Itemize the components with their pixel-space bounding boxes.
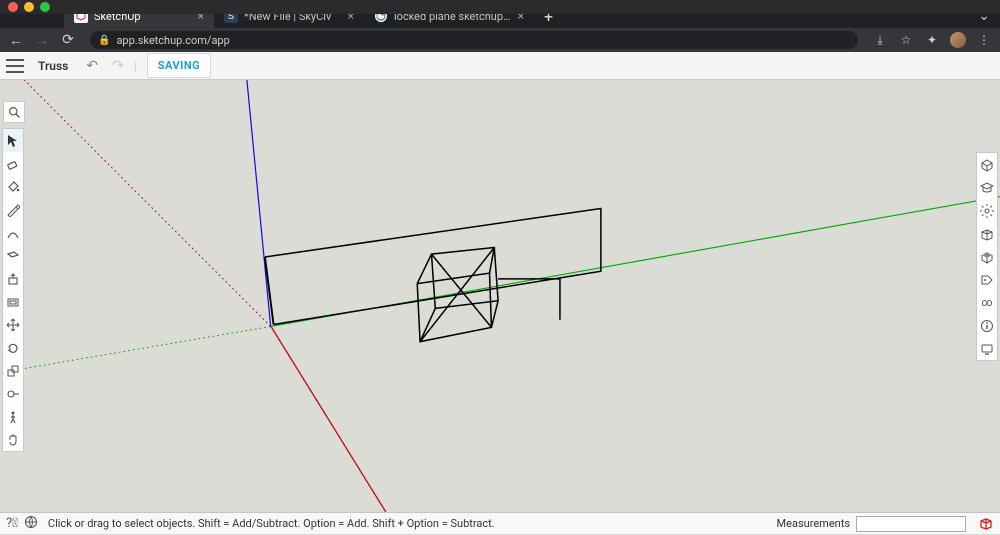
tape-measure-icon [6, 387, 20, 401]
search-tool-button[interactable] [3, 101, 25, 123]
tag-icon [980, 273, 994, 287]
shape-tool[interactable] [3, 244, 23, 267]
display-button[interactable] [977, 337, 997, 360]
divider: | [134, 59, 137, 73]
scenes-icon: ∞ [980, 296, 994, 310]
pencil-icon [6, 203, 20, 217]
address-bar[interactable]: 🔒 app.sketchup.com/app [90, 31, 858, 49]
move-icon [6, 318, 20, 332]
cursor-icon [7, 134, 19, 148]
sketchup-app: Truss ↶ ↷ | SAVING [0, 52, 1000, 534]
scenes-button[interactable]: ∞ [977, 291, 997, 314]
mac-fullscreen-button[interactable] [40, 2, 50, 12]
instructor-button[interactable] [977, 176, 997, 199]
iso-view-button[interactable] [977, 153, 997, 176]
rotate-tool[interactable] [3, 336, 23, 359]
canvas-svg [0, 80, 1000, 512]
mac-window-controls [0, 0, 1000, 14]
pushpull-icon [6, 272, 20, 286]
install-icon[interactable]: ⤓ [872, 33, 888, 48]
move-tool[interactable] [3, 313, 23, 336]
model-settings-button[interactable] [977, 199, 997, 222]
select-tool[interactable] [3, 129, 23, 152]
line-tool[interactable] [3, 198, 23, 221]
tags-button[interactable] [977, 268, 997, 291]
offset-tool[interactable] [3, 290, 23, 313]
extensions-icon[interactable]: ✦ [924, 33, 940, 47]
hand-icon [6, 433, 20, 447]
status-hint: Click or drag to select objects. Shift =… [44, 517, 771, 530]
material-cube-icon [980, 250, 994, 264]
kebab-menu-icon[interactable]: ⋮ [976, 33, 992, 47]
arc-tool[interactable] [3, 221, 23, 244]
rectangle-icon [6, 249, 20, 263]
entity-info-button[interactable] [977, 314, 997, 337]
forward-button[interactable]: → [34, 32, 50, 49]
undo-button[interactable]: ↶ [82, 58, 102, 74]
info-icon [980, 319, 994, 333]
tape-tool[interactable] [3, 382, 23, 405]
eraser-tool[interactable] [3, 152, 23, 175]
saving-badge: SAVING [147, 53, 211, 78]
star-icon[interactable]: ☆ [898, 33, 914, 47]
url-text: app.sketchup.com/app [116, 34, 229, 47]
geo-icon[interactable] [24, 515, 38, 533]
pushpull-tool[interactable] [3, 267, 23, 290]
help-icon[interactable]: ?⃝ [6, 516, 18, 531]
viewport[interactable]: ∞ [0, 80, 1000, 512]
lock-icon: 🔒 [98, 35, 110, 46]
pan-tool[interactable] [3, 428, 23, 451]
paint-bucket-icon [6, 180, 20, 194]
cube-icon [980, 158, 994, 172]
browser-omnibox-row: ← → ⟳ 🔒 app.sketchup.com/app ⤓ ☆ ✦ ⋮ [0, 28, 1000, 52]
search-icon [8, 106, 21, 119]
profile-avatar[interactable] [950, 32, 966, 48]
gear-icon [980, 204, 994, 218]
materials-button[interactable] [977, 245, 997, 268]
arc-icon [6, 226, 20, 240]
scale-icon [6, 364, 20, 378]
redo-button[interactable]: ↷ [108, 58, 128, 74]
back-button[interactable]: ← [8, 32, 24, 49]
reload-button[interactable]: ⟳ [60, 32, 76, 48]
walk-icon [6, 410, 20, 424]
display-icon [980, 342, 994, 356]
paint-tool[interactable] [3, 175, 23, 198]
sketchup-logo-icon [978, 516, 994, 532]
components-button[interactable] [977, 222, 997, 245]
app-topbar: Truss ↶ ↷ | SAVING [0, 52, 1000, 80]
left-toolbar [2, 128, 24, 452]
scale-tool[interactable] [3, 359, 23, 382]
measurements-input[interactable] [856, 516, 966, 532]
file-name: Truss [30, 59, 76, 73]
status-bar: ?⃝ Click or drag to select objects. Shif… [0, 512, 1000, 534]
graduation-cap-icon [980, 181, 994, 195]
measurements-label: Measurements [777, 517, 850, 530]
mac-minimize-button[interactable] [24, 2, 34, 12]
right-toolbar: ∞ [976, 152, 998, 361]
walk-tool[interactable] [3, 405, 23, 428]
box-open-icon [980, 227, 994, 241]
mac-close-button[interactable] [8, 2, 18, 12]
eraser-icon [6, 157, 20, 171]
rotate-icon [6, 341, 20, 355]
hamburger-menu-icon[interactable] [6, 59, 24, 73]
svg-text:∞: ∞ [981, 296, 992, 309]
offset-icon [6, 295, 20, 309]
